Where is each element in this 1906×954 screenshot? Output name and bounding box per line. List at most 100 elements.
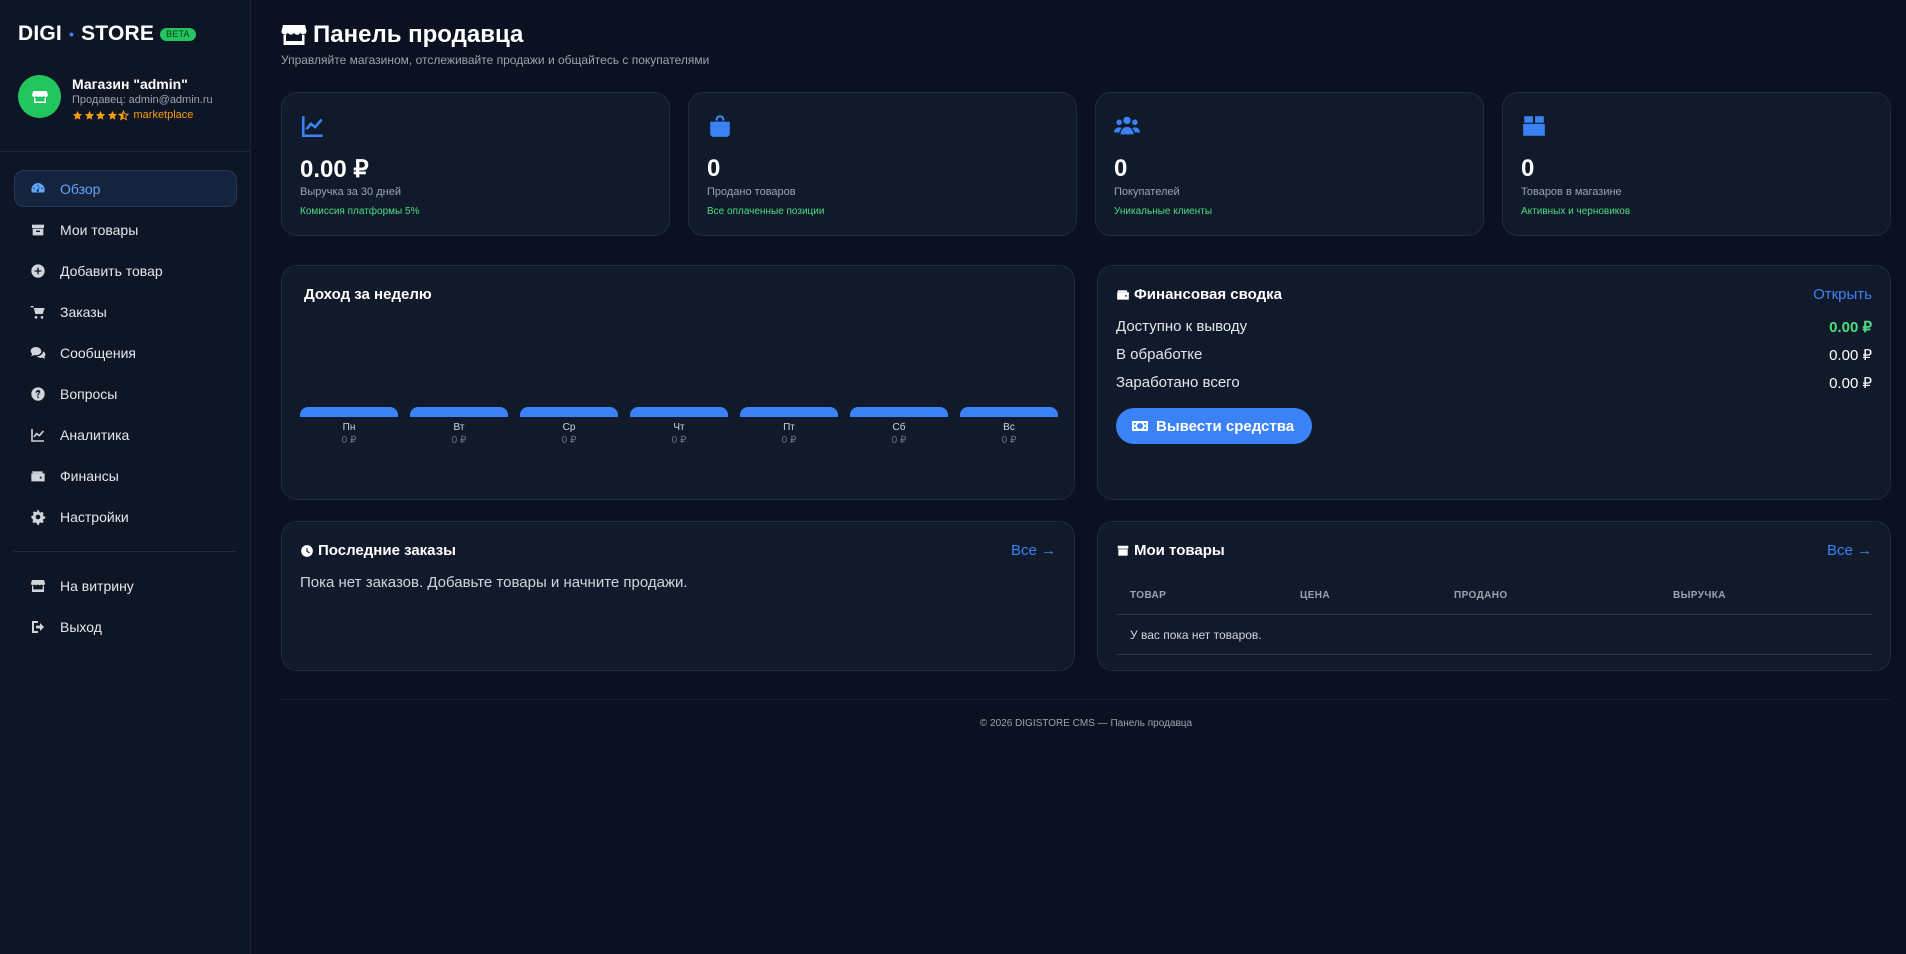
stat-card-products: 0 Товаров в магазине Активных и черновик… [1502,92,1891,236]
stat-label: Товаров в магазине [1521,186,1622,198]
seller-profile: Магазин "admin" Продавец: admin@admin.ru… [18,75,213,123]
chart-bar-group: Ср 0 ₽ [520,319,618,449]
stat-note: Уникальные клиенты [1114,206,1213,217]
sidebar-divider [0,151,251,152]
finance-open-link[interactable]: Открыть [1813,286,1872,303]
finance-summary-card: Финансовая сводка Открыть Доступно к выв… [1097,265,1891,500]
page-title-text: Панель продавца [313,21,524,48]
chart-value-label: 0 ₽ [1001,435,1017,446]
stat-value: 0 [1521,155,1535,182]
sidebar-item-label: Мои товары [60,221,139,238]
sidebar-item-overview[interactable]: Обзор [14,170,237,207]
sidebar-item-label: Выход [60,618,102,635]
chart-bar[interactable] [520,407,618,417]
star-icon [107,110,117,120]
money-icon [1132,421,1148,431]
store-icon [281,25,307,45]
chart-bar-group: Сб 0 ₽ [850,319,948,449]
sidebar-item-logout[interactable]: Выход [14,608,237,645]
stat-value: 0.00 ₽ [300,156,369,183]
shopping-bag-icon [710,115,730,137]
sidebar-item-questions[interactable]: Вопросы [14,375,237,412]
box-icon [30,222,46,238]
finance-row-value: 0.00 ₽ [1829,347,1872,364]
comments-icon [30,345,46,361]
sidebar: DIGI • STORE BETA Магазин "admin" Продав… [0,0,251,954]
sidebar-item-label: Финансы [60,467,119,484]
withdraw-button[interactable]: Вывести средства [1116,408,1313,444]
chart-value-label: 0 ₽ [561,435,577,446]
chart-day-label: Чт [673,422,685,433]
chart-bar[interactable] [960,407,1058,417]
sidebar-item-my-products[interactable]: Мои товары [14,211,237,248]
products-all-link[interactable]: Все → [1827,542,1872,559]
seller-email: Продавец: admin@admin.ru [72,94,213,106]
chart-bar[interactable] [300,407,398,417]
brand-logo[interactable]: DIGI • STORE BETA [18,22,196,46]
stat-card-sold: 0 Продано товаров Все оплаченные позиции [688,92,1077,236]
stat-label: Продано товаров [707,186,796,198]
footer-divider [281,699,1891,700]
column-header: ТОВАР [1130,590,1167,601]
store-icon [31,90,48,103]
chart-bar-group: Пн 0 ₽ [300,319,398,449]
box-icon [1117,545,1129,556]
chart-bar[interactable] [850,407,948,417]
stat-value: 0 [1114,155,1128,182]
page-subtitle: Управляйте магазином, отслеживайте прода… [281,53,710,67]
stat-label: Выручка за 30 дней [300,186,401,198]
chart-bar-group: Вт 0 ₽ [410,319,508,449]
sidebar-item-settings[interactable]: Настройки [14,498,237,535]
sidebar-item-analytics[interactable]: Аналитика [14,416,237,453]
star-icon [72,110,83,120]
withdraw-label: Вывести средства [1156,417,1295,435]
store-icon [30,578,46,594]
finance-row-processing: В обработке 0.00 ₽ [1116,346,1872,364]
brand-dot: • [68,26,75,42]
chart-line-icon [301,116,323,138]
chart-day-label: Пн [342,422,356,433]
cart-icon [30,304,46,320]
table-empty-row: У вас пока нет товаров. [1116,615,1873,655]
products-title: Мои товары [1116,542,1225,559]
column-header: ЦЕНА [1300,590,1331,601]
star-rating [72,110,130,121]
chart-day-label: Вс [1003,422,1015,433]
orders-empty-message: Пока нет заказов. Добавьте товары и начн… [300,574,688,591]
star-icon [95,110,106,120]
chart-bar-group: Пт 0 ₽ [740,319,838,449]
finance-row-label: Заработано всего [1116,374,1240,391]
chart-day-label: Пт [783,422,795,433]
chart-day-label: Вт [453,422,465,433]
wallet-icon [1117,289,1129,300]
chart-bar[interactable] [740,407,838,417]
clock-icon [301,544,313,557]
sidebar-item-finance[interactable]: Финансы [14,457,237,494]
sidebar-item-label: На витрину [60,577,134,594]
sidebar-item-orders[interactable]: Заказы [14,293,237,330]
finance-row-value: 0.00 ₽ [1829,375,1872,392]
sidebar-item-label: Вопросы [60,385,118,402]
finance-row-value: 0.00 ₽ [1829,319,1872,336]
finance-row-total: Заработано всего 0.00 ₽ [1116,374,1872,392]
sidebar-item-label: Добавить товар [60,262,163,279]
stat-note: Комиссия платформы 5% [300,206,420,217]
table-header: ТОВАР ЦЕНА ПРОДАНО ВЫРУЧКА [1116,578,1873,615]
chart-bar[interactable] [630,407,728,417]
sidebar-item-add-product[interactable]: Добавить товар [14,252,237,289]
chart-bar[interactable] [410,407,508,417]
weekly-income-chart: Пн 0 ₽ Вт 0 ₽ Ср 0 ₽ Чт 0 ₽ Пт 0 ₽ Сб 0 ₽ Вс 0 ₽ [300,319,1058,449]
sidebar-item-storefront[interactable]: На витрину [14,567,237,604]
orders-title: Последние заказы [300,542,456,559]
brand-part2: STORE [81,22,155,45]
brand-part1: DIGI [18,22,62,45]
orders-all-link[interactable]: Все → [1011,542,1056,559]
wallet-icon [30,468,46,484]
box-icon [1523,116,1545,136]
star-icon [84,110,94,120]
chart-line-icon [30,427,46,443]
orders-title-text: Последние заказы [318,542,456,559]
question-circle-icon [30,386,46,402]
stat-label: Покупателей [1114,186,1180,198]
sidebar-item-messages[interactable]: Сообщения [14,334,237,371]
